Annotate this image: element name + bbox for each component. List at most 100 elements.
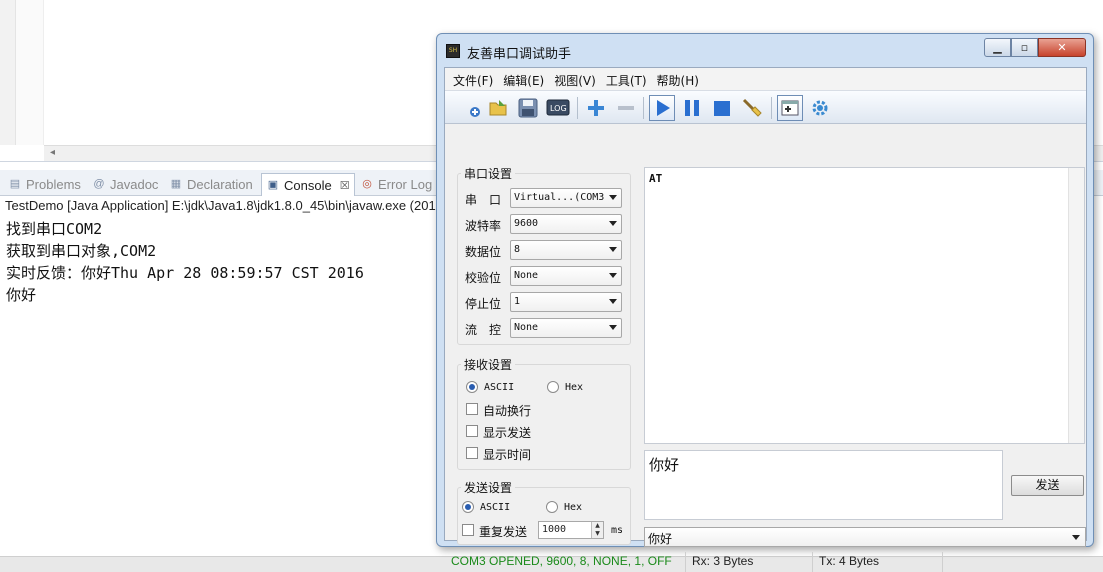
send-text: 你好 xyxy=(649,456,680,474)
repeat-send-label: 重复发送 xyxy=(479,525,528,539)
plus-icon xyxy=(588,100,604,116)
receive-hex-radio[interactable] xyxy=(547,381,559,393)
menu-view[interactable]: 视图(V) xyxy=(552,68,604,90)
flowcontrol-select[interactable]: None xyxy=(510,318,622,338)
save-button[interactable] xyxy=(515,95,541,121)
status-empty-cell xyxy=(942,552,1072,572)
repeat-interval-value: 1000 xyxy=(542,524,567,535)
toolbar: LOG xyxy=(445,90,1086,124)
at-icon: @ xyxy=(93,178,105,190)
send-ascii-label: ASCII xyxy=(480,502,511,513)
settings-button[interactable] xyxy=(807,95,833,121)
tab-problems-label: Problems xyxy=(26,176,81,192)
tab-error-log[interactable]: ◎ Error Log xyxy=(356,173,436,195)
console-line: 实时反馈：你好Thu Apr 28 08:59:57 CST 2016 xyxy=(6,264,364,282)
send-history-value: 你好 xyxy=(648,532,673,546)
clear-button[interactable] xyxy=(739,95,765,121)
send-button[interactable]: 发送 xyxy=(1011,475,1084,496)
tab-error-log-label: Error Log xyxy=(378,176,433,192)
rx-count: Rx: 3 Bytes xyxy=(685,552,811,572)
log-button[interactable]: LOG xyxy=(545,95,571,121)
spin-up-icon[interactable]: ▲ xyxy=(592,522,603,530)
window-titlebar[interactable]: SH 友善串口调试助手 ▁ ▫ ✕ xyxy=(437,34,1093,66)
baud-select[interactable]: 9600 xyxy=(510,214,622,234)
close-button[interactable]: ✕ xyxy=(1038,38,1086,57)
minimize-button[interactable]: ▁ xyxy=(984,38,1011,57)
menu-bar: 文件(F) 编辑(E) 视图(V) 工具(T) 帮助(H) xyxy=(445,68,1086,90)
start-button[interactable] xyxy=(649,95,675,121)
remove-button[interactable] xyxy=(613,95,639,121)
receive-scrollbar[interactable] xyxy=(1068,168,1084,443)
receive-hex-label: Hex xyxy=(565,382,584,393)
send-hex-radio[interactable] xyxy=(546,501,558,513)
auto-wrap-checkbox[interactable] xyxy=(466,403,478,415)
menu-help[interactable]: 帮助(H) xyxy=(655,68,707,90)
repeat-interval-stepper[interactable]: 1000 ▲ ▼ xyxy=(538,521,604,539)
pause-button[interactable] xyxy=(679,95,705,121)
play-icon xyxy=(657,100,670,116)
connection-status: COM3 OPENED, 9600, 8, NONE, 1, OFF xyxy=(451,554,672,568)
new-window-button[interactable] xyxy=(777,95,803,121)
show-send-checkbox[interactable] xyxy=(466,425,478,437)
maximize-button[interactable]: ▫ xyxy=(1011,38,1038,57)
show-send-label: 显示发送 xyxy=(483,426,532,440)
flowcontrol-label: 流 控 xyxy=(465,323,502,337)
gear-icon xyxy=(812,100,828,116)
tab-problems[interactable]: ▤ Problems xyxy=(4,173,85,195)
port-select[interactable]: Virtual...(COM3 xyxy=(510,188,622,208)
receive-ascii-label: ASCII xyxy=(484,382,515,393)
app-icon: SH xyxy=(446,44,460,58)
tab-console[interactable]: ▣ Console ☒ xyxy=(261,173,355,196)
editor-ruler xyxy=(0,0,16,145)
console-line: 你好 xyxy=(6,286,37,304)
close-icon[interactable]: ☒ xyxy=(340,179,350,192)
chevron-down-icon xyxy=(609,195,617,200)
stopbits-select[interactable]: 1 xyxy=(510,292,622,312)
chevron-down-icon xyxy=(1072,535,1080,540)
databits-select[interactable]: 8 xyxy=(510,240,622,260)
menu-edit[interactable]: 编辑(E) xyxy=(501,68,552,90)
open-button[interactable] xyxy=(485,95,511,121)
desktop: ◂ ▤ Problems @ Javadoc ▦ Declaration ▣ C… xyxy=(0,0,1103,572)
show-time-checkbox[interactable] xyxy=(466,447,478,459)
new-button[interactable] xyxy=(459,95,485,121)
scroll-left-icon[interactable]: ◂ xyxy=(50,147,55,158)
menu-tools[interactable]: 工具(T) xyxy=(604,68,655,90)
stop-button[interactable] xyxy=(709,95,735,121)
chevron-down-icon xyxy=(609,299,617,304)
parity-label: 校验位 xyxy=(465,271,502,285)
baud-label: 波特率 xyxy=(465,219,502,233)
toolbar-separator xyxy=(643,97,644,119)
send-hex-label: Hex xyxy=(564,502,583,513)
send-history-select[interactable]: 你好 xyxy=(644,527,1086,547)
tab-javadoc[interactable]: @ Javadoc xyxy=(88,173,162,195)
console-line: 获取到串口对象,COM2 xyxy=(6,242,157,260)
toolbar-separator xyxy=(577,97,578,119)
menu-file[interactable]: 文件(F) xyxy=(451,68,501,90)
stop-icon xyxy=(714,101,730,116)
add-button[interactable] xyxy=(583,95,609,121)
chevron-down-icon xyxy=(609,273,617,278)
repeat-send-checkbox[interactable] xyxy=(462,524,474,536)
save-icon xyxy=(518,98,538,118)
port-value: Virtual...(COM3 xyxy=(514,192,605,203)
log-icon: LOG xyxy=(546,99,570,116)
flowcontrol-value: None xyxy=(514,322,539,333)
spin-down-icon[interactable]: ▼ xyxy=(592,530,603,538)
receive-ascii-radio[interactable] xyxy=(466,381,478,393)
parity-select[interactable]: None xyxy=(510,266,622,286)
tab-declaration-label: Declaration xyxy=(187,176,253,192)
receive-settings-title: 接收设置 xyxy=(461,356,516,373)
show-time-label: 显示时间 xyxy=(483,448,532,462)
serial-assistant-window: SH 友善串口调试助手 ▁ ▫ ✕ 文件(F) 编辑(E) 视图(V) 工具(T… xyxy=(436,33,1094,572)
stopbits-label: 停止位 xyxy=(465,297,502,311)
send-ascii-radio[interactable] xyxy=(462,501,474,513)
receive-textarea[interactable]: AT xyxy=(644,167,1085,444)
window-add-icon xyxy=(781,100,799,116)
chevron-down-icon xyxy=(609,325,617,330)
error-log-icon: ◎ xyxy=(362,178,372,190)
send-settings-title: 发送设置 xyxy=(461,479,516,496)
send-textarea[interactable]: 你好 xyxy=(644,450,1003,520)
log-label: LOG xyxy=(550,104,567,113)
tab-declaration[interactable]: ▦ Declaration xyxy=(165,173,257,195)
